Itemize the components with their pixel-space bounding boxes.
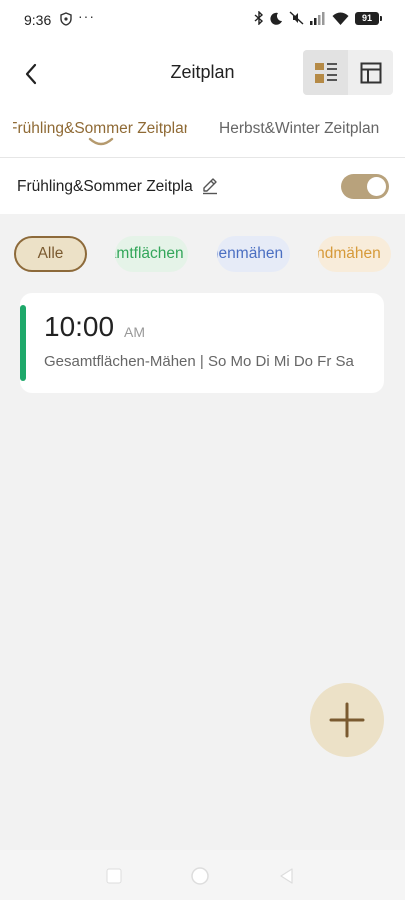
filter-chip-edge[interactable]: Randmähen [318,236,391,272]
chip-label: Alle [37,245,64,262]
filter-chip-zone[interactable]: Zonenmähen [217,236,290,272]
bluetooth-icon [254,11,264,25]
chip-label: Zonenmähen [217,245,284,262]
status-bar: 9:36 ··· 91 [0,0,405,40]
toggle-knob [367,177,386,196]
add-schedule-button[interactable] [310,683,384,757]
filter-chip-full-area[interactable]: Gesamtflächen [115,236,188,272]
home-icon[interactable] [190,866,210,886]
layout-view-icon [360,62,381,83]
season-tabs: Frühling&Sommer Zeitplan Herbst&Winter Z… [0,105,405,157]
edit-icon[interactable] [201,177,219,195]
back-nav-icon[interactable] [277,866,297,886]
chip-label: Gesamtflächen [115,245,184,262]
plan-name: Frühling&Sommer Zeitplan [17,178,193,195]
wifi-icon [332,12,349,25]
more-notifications-icon: ··· [78,8,95,24]
system-nav-bar [0,850,405,900]
status-time: 9:36 [24,12,52,28]
signal-icon [310,11,325,25]
schedule-card[interactable]: 10:00 AM Gesamtflächen-Mähen | So Mo Di … [20,293,384,393]
schedule-ampm: AM [124,324,145,340]
chip-label: Randmähen [318,245,381,262]
plus-icon [329,702,365,738]
status-icons: 91 [254,11,382,25]
tab-indicator [88,137,114,146]
list-view-button[interactable] [303,50,348,95]
schedule-description: Gesamtflächen-Mähen | So Mo Di Mi Do Fr … [44,353,354,370]
recents-icon[interactable] [104,866,124,886]
layout-view-button[interactable] [348,50,393,95]
schedule-color-bar [20,305,26,381]
battery-icon: 91 [355,11,382,25]
plan-enable-toggle[interactable] [341,174,389,199]
view-toggle [303,50,393,95]
plan-bar: Frühling&Sommer Zeitplan [0,158,405,214]
filter-chips: Alle Gesamtflächen Zonenmähen Randmähen [0,236,405,274]
schedule-time: 10:00 [44,311,115,342]
filter-chip-all[interactable]: Alle [14,236,87,272]
tab-autumn-winter[interactable]: Herbst&Winter Zeitplan [219,120,379,138]
list-view-icon [314,62,337,83]
app-header: Zeitplan [0,40,405,105]
mute-icon [289,11,304,25]
shield-icon [60,12,72,26]
moon-icon [270,12,282,25]
